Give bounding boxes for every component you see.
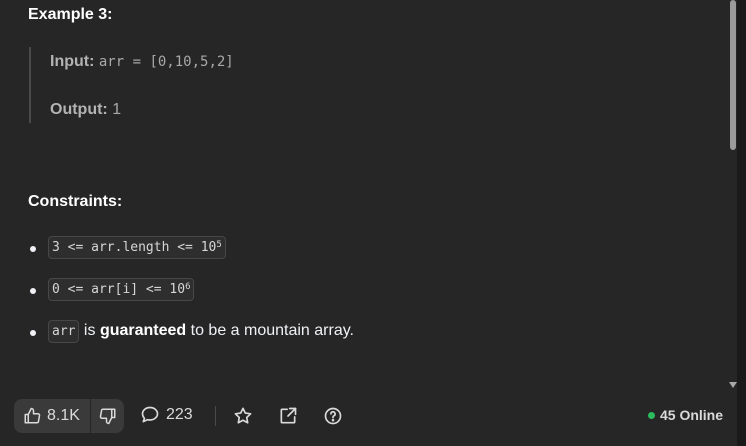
share-button[interactable] bbox=[277, 405, 299, 427]
constraint-text-pre: is bbox=[79, 321, 100, 339]
input-value: arr = [0,10,5,2] bbox=[98, 54, 234, 70]
star-icon bbox=[233, 406, 253, 426]
thumbs-down-icon bbox=[99, 407, 117, 425]
scroll-down-arrow-icon[interactable] bbox=[729, 382, 737, 388]
like-count: 8.1K bbox=[47, 407, 80, 424]
online-count: 45 Online bbox=[660, 407, 724, 423]
constraint-code-exponent: 5 bbox=[216, 240, 222, 250]
constraints-list: 3 <= arr.length <= 105 0 <= arr[i] <= 10… bbox=[28, 236, 354, 362]
favorite-button[interactable] bbox=[232, 405, 254, 427]
description-content: Example 3: Input: arr = [0,10,5,2] Outpu… bbox=[0, 0, 724, 396]
comments-button[interactable]: 223 bbox=[140, 405, 193, 425]
thumbs-up-icon bbox=[23, 407, 41, 425]
bottom-toolbar: 8.1K 223 45 Online bbox=[0, 396, 737, 446]
share-icon bbox=[278, 406, 298, 426]
example-block: Input: arr = [0,10,5,2] Output: 1 bbox=[29, 47, 531, 123]
bullet bbox=[30, 246, 36, 252]
example-title: Example 3: bbox=[28, 6, 113, 23]
constraint-text-bold: guaranteed bbox=[99, 321, 187, 339]
constraint-item: arr is guaranteed to be a mountain array… bbox=[28, 320, 354, 362]
comment-icon bbox=[140, 405, 160, 425]
problem-description-panel: Example 3: Input: arr = [0,10,5,2] Outpu… bbox=[0, 0, 737, 446]
constraint-code: 3 <= arr.length <= 105 bbox=[48, 236, 226, 259]
output-label: Output: bbox=[50, 101, 108, 118]
dislike-button[interactable] bbox=[91, 399, 124, 433]
scrollbar-thumb[interactable] bbox=[730, 0, 736, 150]
example-output: Output: 1 bbox=[50, 101, 121, 119]
like-button[interactable]: 8.1K bbox=[14, 399, 90, 433]
constraints-title: Constraints: bbox=[28, 193, 123, 210]
constraint-code-exponent: 6 bbox=[185, 282, 191, 292]
bullet bbox=[30, 330, 36, 336]
example-input: Input: arr = [0,10,5,2] bbox=[50, 53, 234, 71]
constraint-code: arr bbox=[48, 320, 80, 343]
input-label: Input: bbox=[50, 53, 95, 70]
online-indicator-dot bbox=[648, 411, 655, 419]
vertical-scrollbar[interactable] bbox=[727, 0, 737, 396]
constraint-code-base: 0 <= arr[i] <= 10 bbox=[52, 282, 186, 297]
output-value: 1 bbox=[112, 101, 122, 118]
like-dislike-group: 8.1K bbox=[14, 399, 124, 433]
online-status: 45 Online bbox=[648, 407, 723, 423]
help-icon bbox=[323, 406, 343, 426]
bullet bbox=[30, 288, 36, 294]
toolbar-divider bbox=[215, 406, 216, 426]
comment-count: 223 bbox=[166, 406, 193, 423]
panel-edge bbox=[737, 0, 746, 446]
help-button[interactable] bbox=[322, 405, 344, 427]
constraint-text-post: to be a mountain array. bbox=[186, 321, 354, 339]
constraint-code: 0 <= arr[i] <= 106 bbox=[48, 278, 195, 301]
constraint-item: 0 <= arr[i] <= 106 bbox=[28, 278, 354, 320]
constraint-code-base: 3 <= arr.length <= 10 bbox=[52, 240, 217, 255]
constraint-item: 3 <= arr.length <= 105 bbox=[28, 236, 354, 278]
